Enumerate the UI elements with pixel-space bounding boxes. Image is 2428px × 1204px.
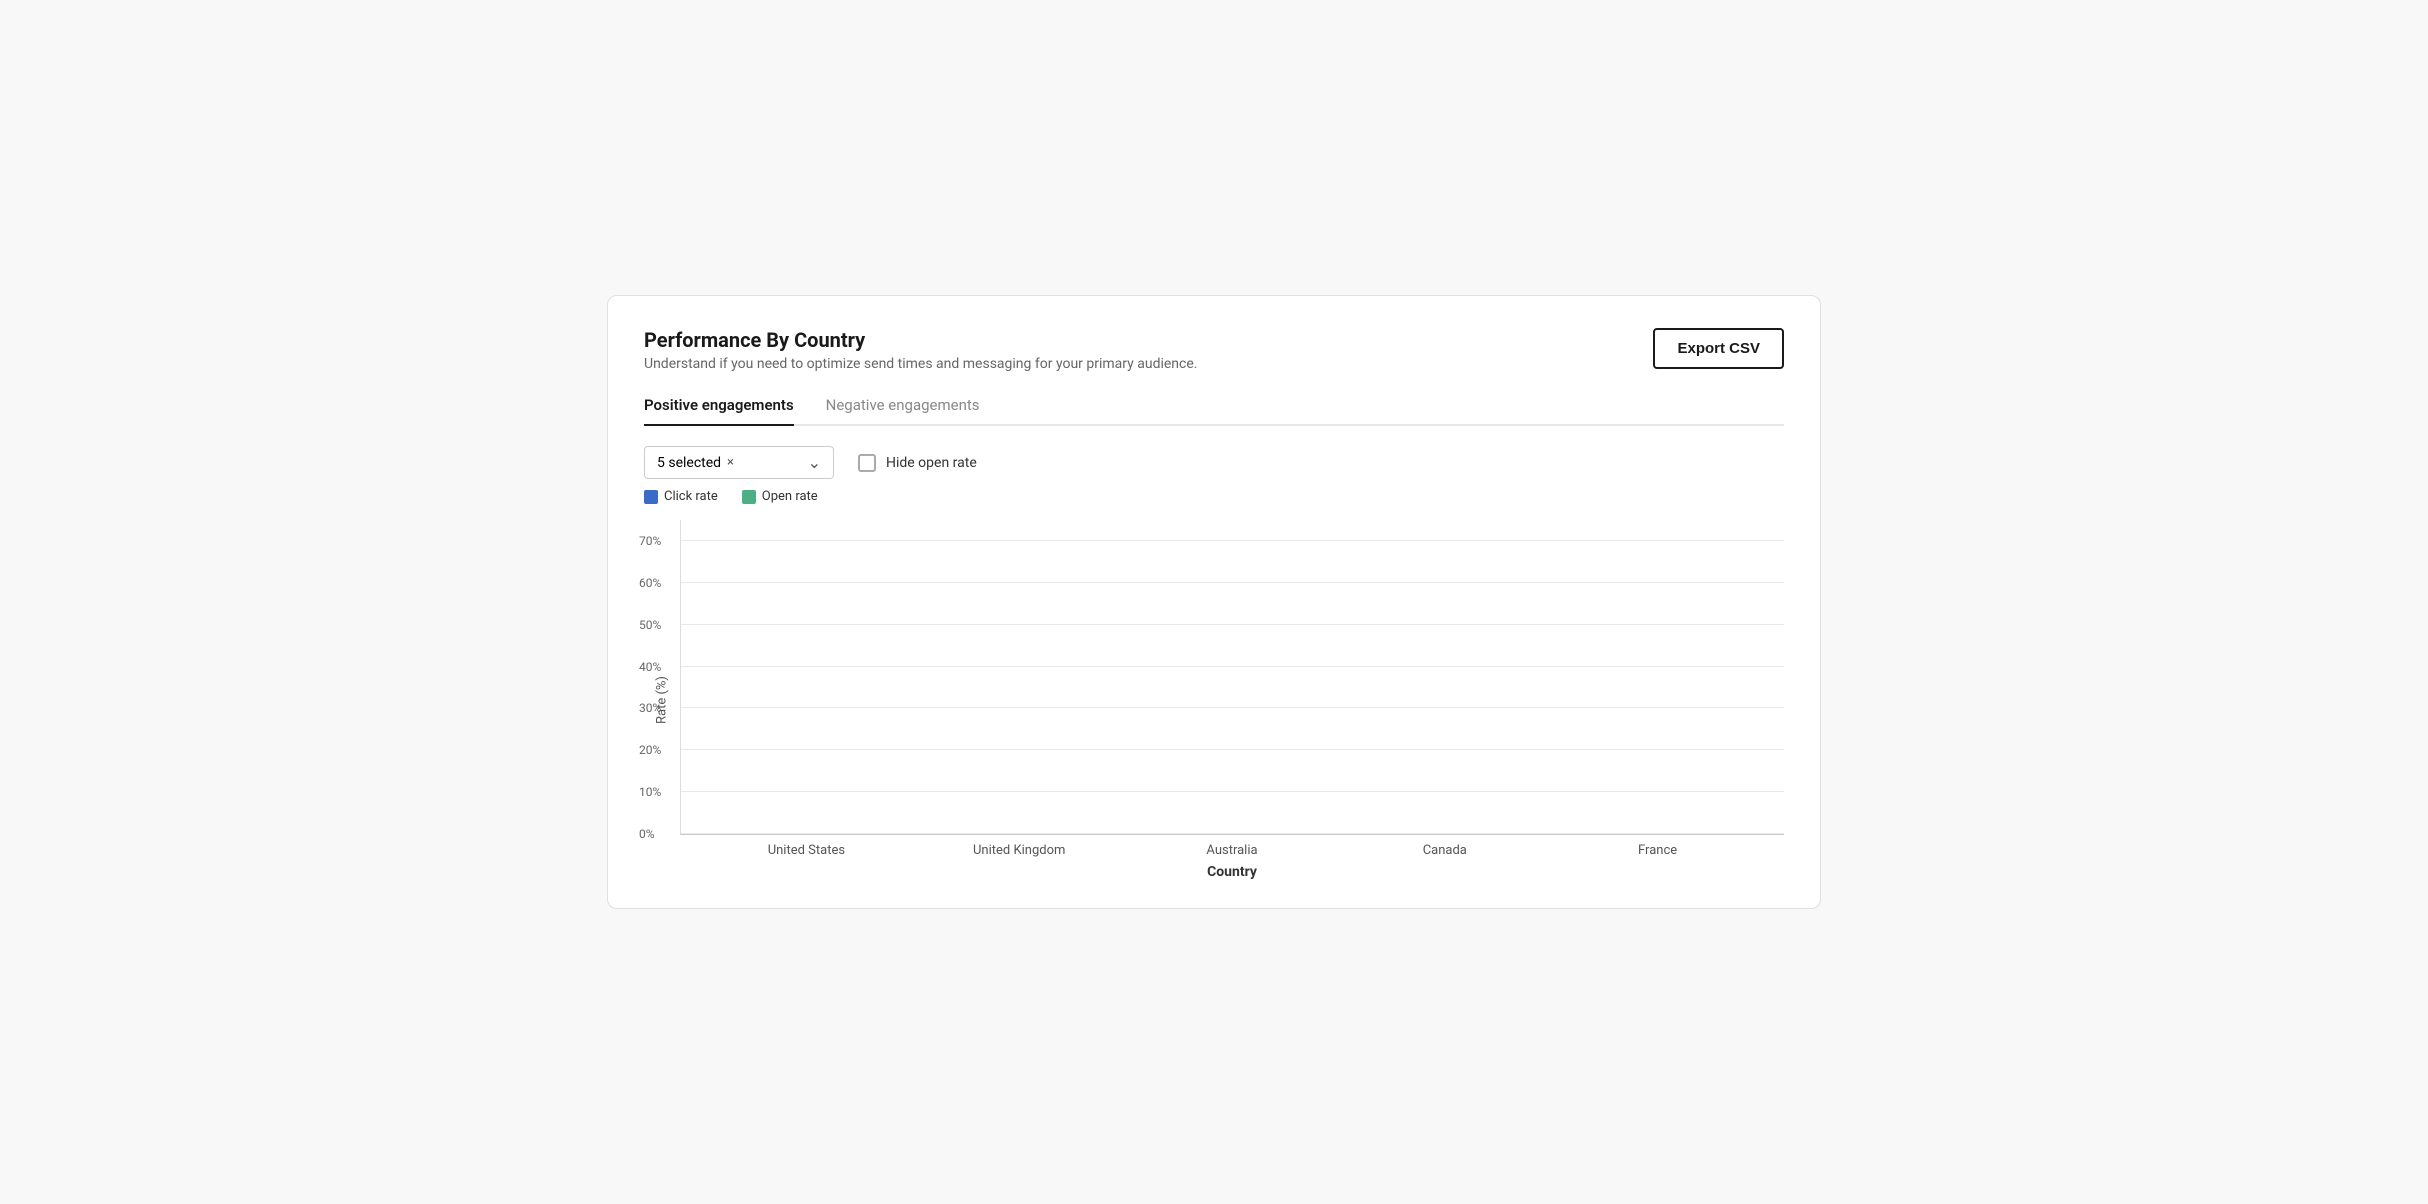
dropdown-selected-label: 5 selected × xyxy=(657,455,734,471)
x-axis-title: Country xyxy=(680,864,1784,880)
chart-area: Rate (%) 0%10%20%30%40%50%60%70% United … xyxy=(644,520,1784,880)
x-axis-country-label: United Kingdom xyxy=(913,843,1126,858)
bars-group xyxy=(681,520,1784,834)
legend-open-rate: Open rate xyxy=(742,489,818,504)
open-rate-color-swatch xyxy=(742,490,756,504)
tab-negative-engagements[interactable]: Negative engagements xyxy=(826,396,980,424)
tab-positive-engagements[interactable]: Positive engagements xyxy=(644,396,794,424)
y-tick-label: 50% xyxy=(639,618,661,632)
y-tick-label: 10% xyxy=(639,785,661,799)
y-tick-label: 0% xyxy=(639,827,655,841)
page-title: Performance By Country xyxy=(644,328,1197,352)
x-axis-country-label: United States xyxy=(700,843,913,858)
chart-plot: 0%10%20%30%40%50%60%70% xyxy=(680,520,1784,835)
performance-by-country-card: Performance By Country Understand if you… xyxy=(607,295,1821,909)
y-tick-label: 40% xyxy=(639,660,661,674)
chart-legend: Click rate Open rate xyxy=(644,489,1784,504)
controls-row: 5 selected × ⌄ Hide open rate xyxy=(644,446,1784,479)
x-axis-country-label: Canada xyxy=(1338,843,1551,858)
chart-inner: 0%10%20%30%40%50%60%70% United StatesUni… xyxy=(680,520,1784,880)
x-axis-country-label: France xyxy=(1551,843,1764,858)
x-axis-labels: United StatesUnited KingdomAustraliaCana… xyxy=(680,835,1784,858)
x-axis-country-label: Australia xyxy=(1126,843,1339,858)
y-tick-label: 20% xyxy=(639,743,661,757)
click-rate-color-swatch xyxy=(644,490,658,504)
export-csv-button[interactable]: Export CSV xyxy=(1653,328,1784,369)
y-axis-label: Rate (%) xyxy=(644,520,680,880)
dropdown-clear-button[interactable]: × xyxy=(727,455,734,470)
y-tick-label: 60% xyxy=(639,576,661,590)
title-block: Performance By Country Understand if you… xyxy=(644,328,1197,372)
hide-open-rate-toggle[interactable]: Hide open rate xyxy=(858,454,977,472)
legend-click-rate: Click rate xyxy=(644,489,718,504)
hide-open-rate-checkbox[interactable] xyxy=(858,454,876,472)
y-tick-label: 30% xyxy=(639,701,661,715)
y-tick-label: 70% xyxy=(639,534,661,548)
country-filter-dropdown[interactable]: 5 selected × ⌄ xyxy=(644,446,834,479)
header-row: Performance By Country Understand if you… xyxy=(644,328,1784,372)
chevron-down-icon: ⌄ xyxy=(808,453,821,472)
subtitle: Understand if you need to optimize send … xyxy=(644,356,1197,372)
tabs-row: Positive engagements Negative engagement… xyxy=(644,396,1784,426)
